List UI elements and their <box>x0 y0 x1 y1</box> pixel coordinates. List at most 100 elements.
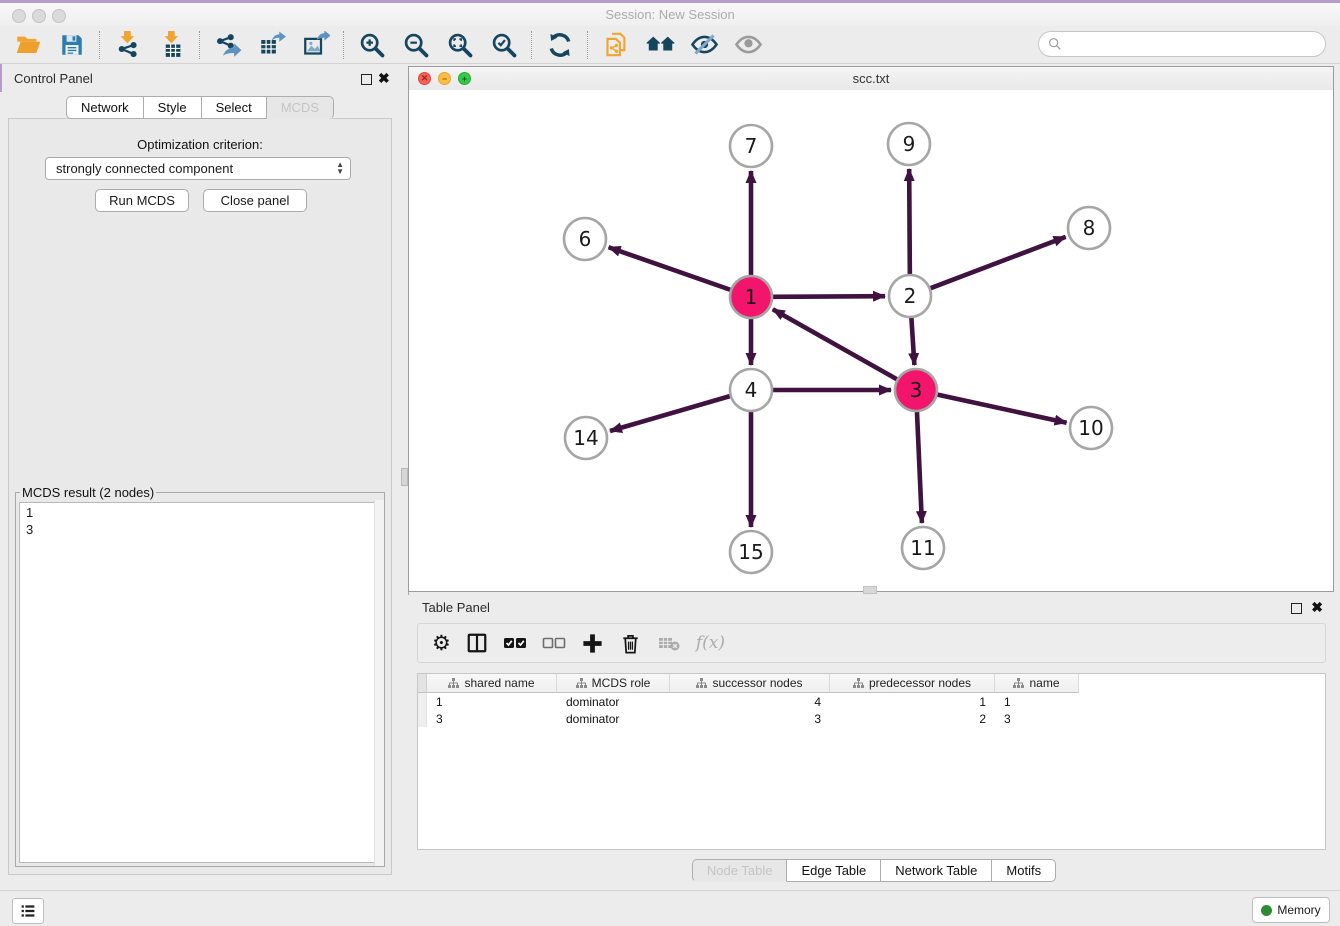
cell-1-predecessor-nodes[interactable]: 2 <box>830 710 995 727</box>
network-canvas[interactable]: 7968124314101511 <box>409 90 1333 591</box>
column-header-MCDS-role[interactable]: MCDS role <box>557 674 670 693</box>
import-table-icon <box>159 31 186 58</box>
mcds-result-list[interactable]: 1 3 <box>19 502 381 863</box>
edge-2-8[interactable] <box>931 237 1066 288</box>
export-network-button[interactable] <box>206 28 250 62</box>
close-panel-button[interactable]: Close panel <box>203 189 307 212</box>
edge-1-2[interactable] <box>773 296 885 297</box>
export-table-button[interactable] <box>250 28 294 62</box>
save-session-button[interactable] <box>50 28 94 62</box>
import-table-button[interactable] <box>150 28 194 62</box>
search-input[interactable] <box>1063 36 1325 53</box>
cell-1-successor-nodes[interactable]: 3 <box>670 710 830 727</box>
show-all-button[interactable] <box>726 28 770 62</box>
create-column-plus-icon[interactable] <box>581 632 604 655</box>
toolbar-separator <box>199 31 201 59</box>
cell-1-MCDS-role[interactable]: dominator <box>557 710 670 727</box>
column-header-predecessor-nodes[interactable]: predecessor nodes <box>830 674 995 693</box>
edge-2-3[interactable] <box>911 318 914 365</box>
table-row-1: 3dominator323 <box>418 710 1325 727</box>
close-panel-label: Close panel <box>221 193 290 208</box>
cell-0-name[interactable]: 1 <box>995 693 1079 710</box>
two-houses-icon <box>646 30 675 59</box>
edge-2-9[interactable] <box>909 169 910 274</box>
run-mcds-button[interactable]: Run MCDS <box>95 189 189 212</box>
tab-style[interactable]: Style <box>144 96 202 119</box>
node-label-6: 6 <box>579 227 592 251</box>
network-window-titlebar[interactable]: ✕ − + scc.txt <box>409 67 1333 91</box>
zoom-selected-icon <box>490 31 518 59</box>
close-table-panel-icon[interactable]: ✖ <box>1311 599 1323 616</box>
float-panel-icon[interactable] <box>361 74 372 85</box>
edge-4-14[interactable] <box>610 396 730 431</box>
tab-network[interactable]: Network <box>66 96 144 119</box>
export-network-icon <box>215 31 242 58</box>
criterion-dropdown[interactable]: strongly connected component ▲▼ <box>45 157 351 180</box>
control-panel-title: Control Panel <box>14 71 93 86</box>
column-type-icon <box>853 678 864 689</box>
table-settings-gear-icon[interactable]: ⚙ <box>432 633 451 654</box>
zoom-out-button[interactable] <box>394 28 438 62</box>
save-floppy-icon <box>59 32 85 58</box>
tab-network-table[interactable]: Network Table <box>881 859 992 882</box>
edge-3-11[interactable] <box>917 412 922 523</box>
cell-1-name[interactable]: 3 <box>995 710 1079 727</box>
table-toolbar: ⚙ f(x) <box>417 623 1326 663</box>
edge-3-10[interactable] <box>937 395 1066 423</box>
row-gutter[interactable] <box>418 710 427 727</box>
cell-0-predecessor-nodes[interactable]: 1 <box>830 693 995 710</box>
tab-motifs[interactable]: Motifs <box>992 859 1056 882</box>
toolbar-separator <box>531 31 533 59</box>
apply-layout-button[interactable] <box>538 28 582 62</box>
zoom-in-button[interactable] <box>350 28 394 62</box>
network-graph[interactable]: 7968124314101511 <box>409 90 1333 591</box>
open-session-button[interactable] <box>6 28 50 62</box>
close-panel-icon[interactable]: ✖ <box>378 70 390 87</box>
hide-selected-button[interactable] <box>682 28 726 62</box>
show-columns-icon[interactable] <box>466 632 488 654</box>
control-panel-tabs: Network Style Select MCDS <box>0 96 400 119</box>
export-image-button[interactable] <box>294 28 338 62</box>
divider-grip[interactable] <box>401 468 408 486</box>
search-icon <box>1047 36 1063 52</box>
task-history-button[interactable] <box>12 898 44 924</box>
column-header-name[interactable]: name <box>995 674 1079 693</box>
edge-1-6[interactable] <box>609 247 731 289</box>
memory-button[interactable]: Memory <box>1252 897 1330 923</box>
edge-3-1[interactable] <box>773 309 897 379</box>
memory-label: Memory <box>1277 903 1320 917</box>
cell-0-successor-nodes[interactable]: 4 <box>670 693 830 710</box>
search-box[interactable] <box>1038 31 1326 57</box>
unselect-all-columns-icon[interactable] <box>542 631 566 655</box>
result-scrollbar[interactable] <box>374 500 384 866</box>
control-panel: Control Panel ✖ Network Style Select MCD… <box>0 66 400 890</box>
node-label-11: 11 <box>910 536 935 560</box>
export-image-icon <box>303 31 330 58</box>
node-table: shared name MCDS rolesuccessor nodesprede… <box>417 673 1326 850</box>
toolbar-separator <box>99 31 101 59</box>
column-header-label: shared name <box>464 676 534 690</box>
cell-1-shared-name[interactable]: 3 <box>427 710 557 727</box>
clone-network-button[interactable] <box>594 28 638 62</box>
column-header-shared-name[interactable]: shared name <box>427 674 557 693</box>
tab-node-table[interactable]: Node Table <box>692 859 788 882</box>
canvas-scroll-thumb[interactable] <box>863 586 877 594</box>
tab-edge-table[interactable]: Edge Table <box>787 859 881 882</box>
delete-column-trash-icon[interactable] <box>619 632 642 655</box>
float-table-panel-icon[interactable] <box>1291 603 1302 614</box>
zoom-fit-button[interactable] <box>438 28 482 62</box>
zoom-selected-button[interactable] <box>482 28 526 62</box>
cell-0-shared-name[interactable]: 1 <box>427 693 557 710</box>
row-gutter[interactable] <box>418 693 427 710</box>
select-all-columns-icon[interactable] <box>503 631 527 655</box>
open-folder-icon <box>15 31 42 58</box>
tab-mcds[interactable]: MCDS <box>267 96 334 119</box>
cell-0-MCDS-role[interactable]: dominator <box>557 693 670 710</box>
tab-select[interactable]: Select <box>202 96 267 119</box>
import-network-button[interactable] <box>106 28 150 62</box>
column-header-successor-nodes[interactable]: successor nodes <box>670 674 830 693</box>
toolbar-separator <box>587 31 589 59</box>
table-tabs: Node Table Edge Table Network Table Moti… <box>408 859 1340 882</box>
zoom-in-icon <box>358 31 386 59</box>
first-neighbors-button[interactable] <box>638 28 682 62</box>
